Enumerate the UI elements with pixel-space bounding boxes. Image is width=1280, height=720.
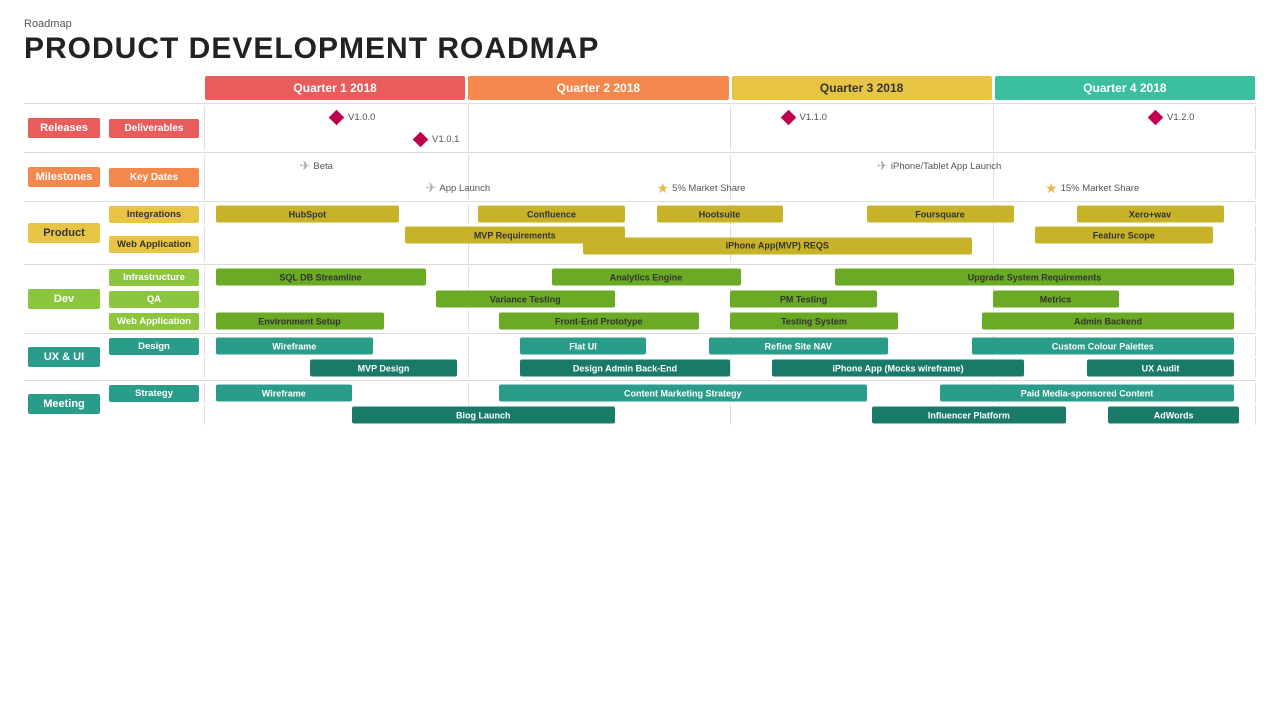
milestones-sublabel: Key Dates: [104, 155, 204, 199]
refine-nav-bar: Refine Site NAV: [709, 338, 888, 355]
variance-bar: Variance Testing: [436, 291, 615, 308]
product-webapp-bars: MVP Requirements iPhone App(MVP) REQS Fe…: [204, 226, 1256, 262]
product-section: Product Integrations HubSpot Confluence: [24, 201, 1256, 262]
market5-marker: ★ 5% Market Share: [657, 180, 746, 197]
infra-bars: SQL DB Streamline Analytics Engine Upgra…: [204, 267, 1256, 287]
ux-wireframe-bar: Wireframe: [216, 338, 374, 355]
meeting-bars2: Blog Launch Influencer Platform AdWords: [204, 405, 1256, 425]
milestones-section: Milestones Key Dates ✈ Beta: [24, 152, 1256, 199]
integrations-bars: HubSpot Confluence Hootsuite Foursquare …: [204, 204, 1256, 224]
meeting-section: Meeting Strategy Wireframe Content Marke…: [24, 380, 1256, 425]
infra-sublabel: Infrastructure: [104, 268, 204, 287]
releases-bars: V1.0.0 V1.1.0 V1.2.0: [204, 106, 1256, 150]
dev-webapp-sublabel: Web Application: [104, 312, 204, 331]
product-webapp-sublabel: Web Application: [104, 235, 204, 254]
page: Roadmap PRODUCT DEVELOPMENT ROADMAP Quar…: [0, 0, 1280, 720]
pm-testing-bar: PM Testing: [730, 291, 877, 308]
app-launch-marker: ✈ App Launch: [426, 180, 491, 196]
env-setup-bar: Environment Setup: [216, 313, 384, 330]
ux-label: UX & UI: [24, 336, 104, 378]
ux-bars1: Wireframe Flat UI Refine Site NAV Custom…: [204, 336, 1256, 356]
dev-label: Dev: [24, 267, 104, 331]
hootsuite-bar: Hootsuite: [657, 206, 783, 223]
dev-webapp-bars: Environment Setup Front-End Prototype Te…: [204, 311, 1256, 331]
sql-bar: SQL DB Streamline: [216, 269, 426, 286]
v110-marker: V1.1.0: [783, 112, 827, 123]
feature-scope-bar: Feature Scope: [1035, 227, 1214, 244]
hubspot-bar: HubSpot: [216, 206, 400, 223]
flat-ui-bar: Flat UI: [520, 338, 646, 355]
q3-header: Quarter 3 2018: [732, 76, 992, 100]
confluence-bar: Confluence: [478, 206, 625, 223]
ux-audit-bar: UX Audit: [1087, 360, 1234, 377]
paid-media-bar: Paid Media-sponsored Content: [940, 385, 1234, 402]
v100-marker: V1.0.0: [331, 112, 375, 123]
page-title: PRODUCT DEVELOPMENT ROADMAP: [24, 32, 1256, 66]
product-label: Product: [24, 204, 104, 262]
releases-section: Releases Deliverables: [24, 103, 1256, 150]
design-admin-bar: Design Admin Back-End: [520, 360, 730, 377]
frontend-bar: Front-End Prototype: [499, 313, 699, 330]
milestones-label: Milestones: [24, 155, 104, 199]
ux-bars2: MVP Design Design Admin Back-End iPhone …: [204, 358, 1256, 378]
design-sublabel2: [104, 367, 204, 369]
admin-backend-bar: Admin Backend: [982, 313, 1234, 330]
ux-section: UX & UI Design Wireframe Flat UI Refine: [24, 333, 1256, 378]
meeting-label: Meeting: [24, 383, 104, 425]
analytics-bar: Analytics Engine: [552, 269, 741, 286]
subtitle: Roadmap: [24, 18, 1256, 30]
design-sublabel: Design: [104, 337, 204, 356]
releases-sublabel: Deliverables: [104, 106, 204, 150]
integrations-sublabel: Integrations: [104, 205, 204, 224]
meeting-bars1: Wireframe Content Marketing Strategy Pai…: [204, 383, 1256, 403]
xero-bar: Xero+wav: [1077, 206, 1224, 223]
influencer-platform-bar: Influencer Platform: [872, 407, 1066, 424]
v120-marker: V1.2.0: [1150, 112, 1194, 123]
q1-header: Quarter 1 2018: [205, 76, 465, 100]
iphone-launch-marker: ✈ iPhone/Tablet App Launch: [877, 158, 1001, 174]
metrics-bar: Metrics: [993, 291, 1119, 308]
q4-header: Quarter 4 2018: [995, 76, 1255, 100]
meeting-wireframe-bar: Wireframe: [216, 385, 353, 402]
blog-launch-bar: Blog Launch: [352, 407, 615, 424]
releases-label: Releases: [24, 106, 104, 150]
colour-palettes-bar: Custom Colour Palettes: [972, 338, 1235, 355]
market15-marker: ★ 15% Market Share: [1045, 180, 1139, 197]
upgrade-bar: Upgrade System Requirements: [835, 269, 1234, 286]
strategy-sublabel2: [104, 414, 204, 416]
content-marketing-bar: Content Marketing Strategy: [499, 385, 867, 402]
iphone-mocks-bar: iPhone App (Mocks wireframe): [772, 360, 1024, 377]
quarter-headers: Quarter 1 2018 Quarter 2 2018 Quarter 3 …: [204, 76, 1256, 100]
foursquare-bar: Foursquare: [867, 206, 1014, 223]
mvp-design-bar: MVP Design: [310, 360, 457, 377]
iphone-mvp-bar: iPhone App(MVP) REQS: [583, 237, 972, 254]
qa-sublabel: QA: [104, 290, 204, 309]
q2-header: Quarter 2 2018: [468, 76, 728, 100]
adwords-bar: AdWords: [1108, 407, 1239, 424]
strategy-sublabel: Strategy: [104, 384, 204, 403]
testing-sys-bar: Testing System: [730, 313, 898, 330]
dev-section: Dev Infrastructure SQL DB Streamline Ana…: [24, 264, 1256, 331]
v101-marker: V1.0.1: [415, 134, 459, 145]
qa-bars: Variance Testing PM Testing Metrics: [204, 289, 1256, 309]
milestones-bars: ✈ Beta ✈ iPhone/Tablet App Launch ✈ App …: [204, 155, 1256, 199]
beta-marker: ✈ Beta: [300, 158, 333, 174]
